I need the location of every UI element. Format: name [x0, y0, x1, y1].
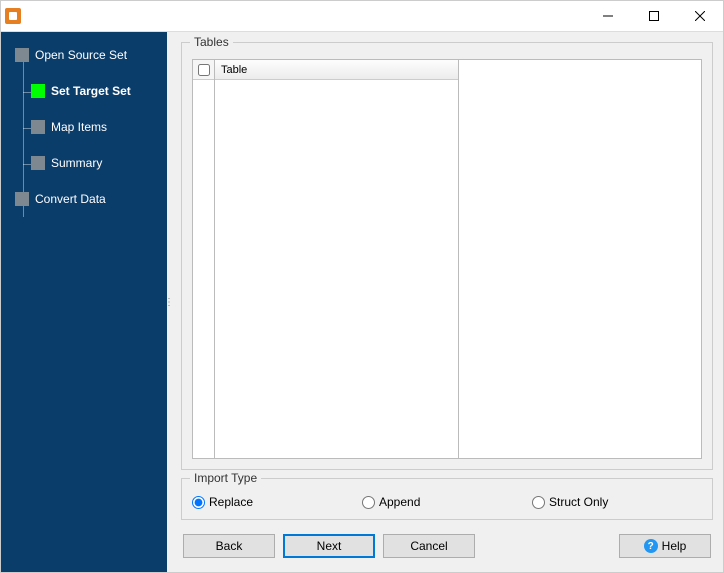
sidebar-item-label: Summary	[51, 156, 102, 170]
radio-replace-input[interactable]	[192, 496, 205, 509]
sidebar-item-map-items[interactable]: Map Items	[1, 116, 167, 138]
sidebar-item-label: Set Target Set	[51, 84, 131, 98]
wizard-sidebar: Open Source Set Set Target Set Map Items…	[1, 32, 167, 572]
table-empty-area	[459, 59, 703, 459]
sidebar-item-open-source-set[interactable]: Open Source Set	[1, 44, 167, 66]
help-icon: ?	[644, 539, 658, 553]
select-all-header[interactable]	[193, 60, 214, 80]
tables-list: Table	[192, 59, 702, 459]
button-label: Cancel	[410, 539, 447, 553]
import-type-options: Replace Append Struct Only	[192, 495, 702, 509]
content-pane: Tables Table Import Type Replace	[171, 32, 723, 572]
tables-group: Tables Table	[181, 42, 713, 470]
radio-append[interactable]: Append	[362, 495, 532, 509]
radio-replace[interactable]: Replace	[192, 495, 362, 509]
step-indicator-icon	[31, 156, 45, 170]
table-name-column: Table	[214, 59, 459, 459]
radio-struct-only-input[interactable]	[532, 496, 545, 509]
tables-group-title: Tables	[190, 35, 233, 49]
table-column-header[interactable]: Table	[215, 60, 458, 80]
button-label: Help	[662, 539, 687, 553]
maximize-button[interactable]	[631, 1, 677, 31]
button-spacer	[483, 534, 611, 558]
main-layout: Open Source Set Set Target Set Map Items…	[1, 32, 723, 572]
step-indicator-icon	[31, 84, 45, 98]
step-indicator-icon	[31, 120, 45, 134]
cancel-button[interactable]: Cancel	[383, 534, 475, 558]
import-type-group: Import Type Replace Append Struct Only	[181, 478, 713, 520]
button-label: Back	[216, 539, 243, 553]
step-indicator-icon	[15, 192, 29, 206]
select-all-checkbox[interactable]	[198, 64, 210, 76]
title-bar	[1, 1, 723, 32]
button-label: Next	[317, 539, 342, 553]
sidebar-item-set-target-set[interactable]: Set Target Set	[1, 80, 167, 102]
window-controls	[585, 1, 723, 31]
next-button[interactable]: Next	[283, 534, 375, 558]
app-icon	[5, 8, 21, 24]
radio-label: Struct Only	[549, 495, 608, 509]
help-button[interactable]: ? Help	[619, 534, 711, 558]
minimize-button[interactable]	[585, 1, 631, 31]
sidebar-item-convert-data[interactable]: Convert Data	[1, 188, 167, 210]
checkbox-column	[192, 59, 214, 459]
sidebar-item-label: Map Items	[51, 120, 107, 134]
radio-struct-only[interactable]: Struct Only	[532, 495, 608, 509]
wizard-buttons: Back Next Cancel ? Help	[181, 534, 713, 562]
back-button[interactable]: Back	[183, 534, 275, 558]
close-button[interactable]	[677, 1, 723, 31]
radio-label: Replace	[209, 495, 253, 509]
radio-label: Append	[379, 495, 420, 509]
sidebar-item-label: Open Source Set	[35, 48, 127, 62]
radio-append-input[interactable]	[362, 496, 375, 509]
splitter-handle[interactable]	[167, 32, 171, 572]
step-indicator-icon	[15, 48, 29, 62]
import-type-title: Import Type	[190, 471, 261, 485]
sidebar-item-label: Convert Data	[35, 192, 106, 206]
sidebar-item-summary[interactable]: Summary	[1, 152, 167, 174]
